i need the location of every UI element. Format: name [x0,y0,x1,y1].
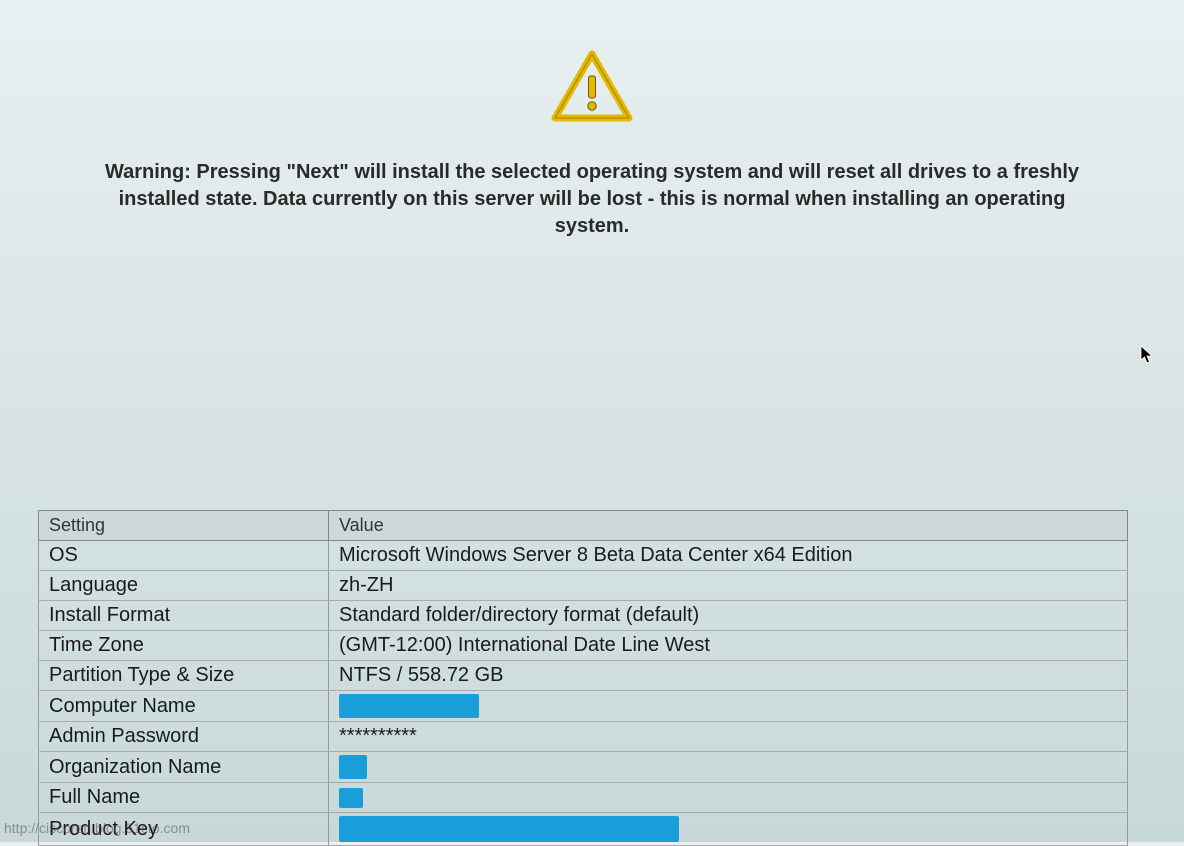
table-row: Admin Password ********** [39,722,1128,752]
setting-value: ********** [329,722,1128,752]
setting-label: Partition Type & Size [39,661,329,691]
setting-value-redacted [329,752,1128,783]
setting-value: (GMT-12:00) International Date Line West [329,631,1128,661]
setting-label: Admin Password [39,722,329,752]
watermark-text: http://ciscoren.blog.51cto.com [4,820,190,836]
redaction-bar [339,816,679,842]
setting-value-redacted [329,783,1128,813]
table-header-row: Setting Value [39,511,1128,541]
header-value: Value [329,511,1128,541]
setting-value: NTFS / 558.72 GB [329,661,1128,691]
setting-value: zh-ZH [329,571,1128,601]
setting-value-redacted [329,691,1128,722]
setting-label: Full Name [39,783,329,813]
redaction-bar [339,755,367,779]
table-row: OS Microsoft Windows Server 8 Beta Data … [39,541,1128,571]
warning-icon-container [0,48,1184,131]
warning-icon [549,48,635,131]
settings-table-container: Setting Value OS Microsoft Windows Serve… [38,510,1128,846]
setting-label: OS [39,541,329,571]
mouse-cursor-icon [1140,345,1154,370]
setting-label: Time Zone [39,631,329,661]
setting-value: Standard folder/directory format (defaul… [329,601,1128,631]
setting-label: Language [39,571,329,601]
table-row: Language zh-ZH [39,571,1128,601]
setting-value: Microsoft Windows Server 8 Beta Data Cen… [329,541,1128,571]
setting-label: Computer Name [39,691,329,722]
table-row: Partition Type & Size NTFS / 558.72 GB [39,661,1128,691]
table-row: Full Name [39,783,1128,813]
table-row: Computer Name [39,691,1128,722]
redaction-bar [339,788,363,808]
settings-table: Setting Value OS Microsoft Windows Serve… [38,510,1128,846]
table-row: Install Format Standard folder/directory… [39,601,1128,631]
warning-message: Warning: Pressing "Next" will install th… [0,159,1184,240]
setting-label: Install Format [39,601,329,631]
header-setting: Setting [39,511,329,541]
redaction-bar [339,694,479,718]
setting-value-redacted [329,813,1128,846]
table-row: Product Key [39,813,1128,846]
table-row: Organization Name [39,752,1128,783]
settings-table-body: OS Microsoft Windows Server 8 Beta Data … [39,541,1128,846]
setting-label: Organization Name [39,752,329,783]
table-row: Time Zone (GMT-12:00) International Date… [39,631,1128,661]
